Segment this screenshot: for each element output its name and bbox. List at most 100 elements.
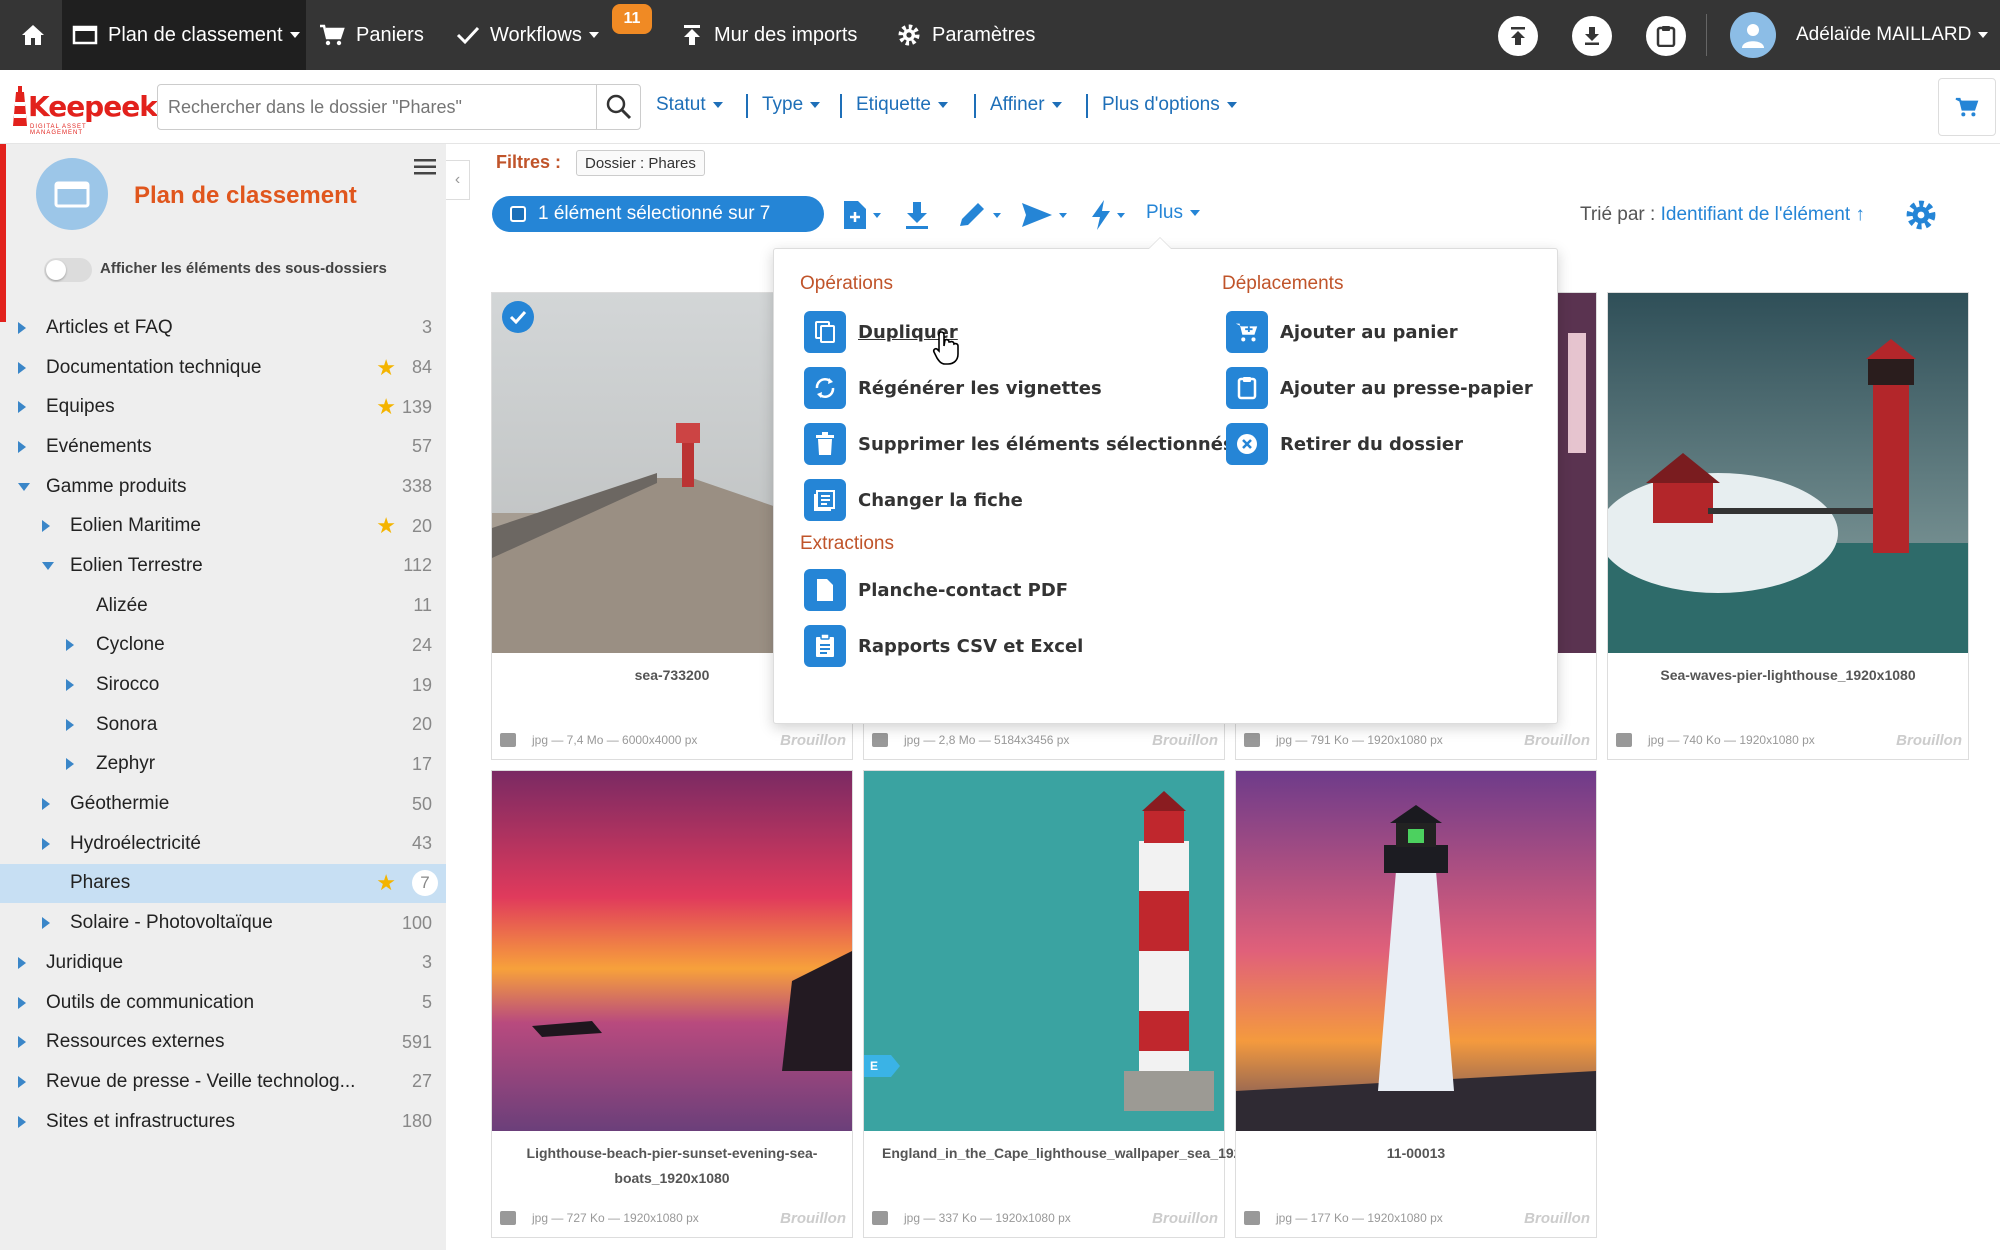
sort-control[interactable]: Trié par : Identifiant de l'élément ↑ — [1580, 204, 1865, 226]
caret-right-icon[interactable] — [66, 758, 74, 771]
avatar[interactable] — [1730, 12, 1776, 58]
caret-right-icon[interactable] — [42, 798, 50, 811]
sidebar-item[interactable]: Hydroélectricité 43 — [0, 824, 446, 864]
favorite-star-icon[interactable]: ★ — [376, 870, 396, 896]
sidebar-item[interactable]: Outils de communication 5 — [0, 983, 446, 1023]
selected-checkmark[interactable] — [502, 301, 534, 333]
caret-right-icon[interactable] — [66, 718, 74, 731]
edit-button[interactable] — [956, 198, 1001, 232]
upload-button[interactable] — [1498, 16, 1538, 56]
asset-thumbnail[interactable] — [1608, 293, 1968, 653]
download-selection-button[interactable] — [904, 198, 930, 232]
nav-parametres[interactable]: Paramètres — [896, 0, 1035, 70]
csv-excel-reports-menu-item[interactable]: Rapports CSV et Excel — [804, 625, 1083, 667]
sidebar-item[interactable]: Revue de presse - Veille technolog... 27 — [0, 1062, 446, 1102]
sidebar-item[interactable]: Articles et FAQ 3 — [0, 308, 446, 348]
asset-thumbnail[interactable] — [492, 771, 852, 1131]
sidebar-item[interactable]: Cyclone 24 — [0, 626, 446, 666]
sidebar-item[interactable]: Eolien Maritime ★ 20 — [0, 506, 446, 546]
contact-sheet-pdf-menu-item[interactable]: Planche-contact PDF — [804, 569, 1068, 611]
filter-etiquette[interactable]: Etiquette — [856, 94, 948, 116]
sidebar-item[interactable]: Sites et infrastructures 180 — [0, 1102, 446, 1142]
caret-right-icon[interactable] — [66, 639, 74, 652]
clipboard-button[interactable] — [1646, 16, 1686, 56]
sidebar-item[interactable]: Eolien Terrestre 112 — [0, 546, 446, 586]
cart-button[interactable] — [1938, 78, 1996, 136]
caret-down-icon[interactable] — [18, 482, 30, 491]
sidebar-item[interactable]: Gamme produits 338 — [0, 467, 446, 507]
caret-right-icon[interactable] — [18, 1075, 26, 1088]
home-button[interactable] — [14, 0, 62, 70]
nav-workflows[interactable]: Workflows — [456, 0, 599, 70]
display-settings-button[interactable] — [1904, 198, 1938, 232]
sidebar-item[interactable]: Evénements 57 — [0, 427, 446, 467]
nav-mur-des-imports[interactable]: Mur des imports — [680, 0, 857, 70]
regenerate-thumbnails-menu-item[interactable]: Régénérer les vignettes — [804, 367, 1102, 409]
sidebar-item[interactable]: Solaire - Photovoltaïque 100 — [0, 903, 446, 943]
caret-right-icon[interactable] — [18, 321, 26, 334]
sidebar-menu-button[interactable] — [414, 158, 436, 181]
search-box — [157, 84, 641, 130]
active-filter-chip[interactable]: Dossier : Phares — [576, 150, 705, 176]
remove-from-folder-menu-item[interactable]: Retirer du dossier — [1226, 423, 1463, 465]
caret-right-icon[interactable] — [18, 440, 26, 453]
subfolders-toggle[interactable] — [44, 258, 92, 282]
favorite-star-icon[interactable]: ★ — [376, 513, 396, 539]
asset-card[interactable]: E England_in_the_Cape_lighthouse_wallpap… — [863, 770, 1288, 1238]
nav-plan-de-classement[interactable]: Plan de classement — [62, 0, 306, 70]
sidebar-item[interactable]: Sonora 20 — [0, 705, 446, 745]
filter-plus-options[interactable]: Plus d'options — [1102, 94, 1237, 116]
nav-paniers[interactable]: Paniers — [318, 0, 424, 70]
delete-selected-menu-item[interactable]: Supprimer les éléments sélectionnés — [804, 423, 1234, 465]
actions-button[interactable] — [1090, 198, 1125, 232]
caret-right-icon[interactable] — [18, 361, 26, 374]
add-to-clipboard-menu-item[interactable]: Ajouter au presse-papier — [1226, 367, 1533, 409]
caret-right-icon[interactable] — [18, 956, 26, 969]
asset-thumbnail[interactable] — [1236, 771, 1596, 1131]
filter-affiner[interactable]: Affiner — [990, 94, 1062, 116]
caret-right-icon[interactable] — [66, 679, 74, 692]
favorite-star-icon[interactable]: ★ — [376, 394, 396, 420]
sidebar-item[interactable]: Alizée 11 — [0, 586, 446, 626]
sidebar-item-count: 24 — [411, 634, 432, 655]
keepeek-logo[interactable]: Keepeek DIGITAL ASSET MANAGEMENT — [10, 82, 158, 136]
asset-card[interactable]: 11-00013 jpg — 177 Ko — 1920x1080 px Brou… — [1235, 770, 1597, 1238]
sidebar-item[interactable]: Zephyr 17 — [0, 745, 446, 785]
caret-right-icon[interactable] — [42, 520, 50, 533]
sidebar-item[interactable]: Juridique 3 — [0, 943, 446, 983]
add-element-button[interactable] — [842, 198, 881, 232]
asset-card[interactable]: Sea-waves-pier-lighthouse_1920x1080 jpg … — [1607, 292, 1969, 760]
sidebar-item[interactable]: Sirocco 19 — [0, 665, 446, 705]
selection-counter-button[interactable]: 1 élément sélectionné sur 7 — [492, 196, 824, 232]
favorite-star-icon[interactable]: ★ — [376, 355, 396, 381]
user-menu[interactable]: Adélaïde MAILLARD — [1796, 0, 1989, 70]
sidebar-item[interactable]: Phares ★ 7 — [0, 863, 446, 904]
asset-card[interactable]: Lighthouse-beach-pier-sunset-evening-sea… — [491, 770, 853, 1238]
search-button[interactable] — [596, 85, 640, 129]
send-button[interactable] — [1020, 198, 1067, 232]
add-to-cart-menu-item[interactable]: Ajouter au panier — [1226, 311, 1458, 353]
filter-statut[interactable]: Statut — [656, 94, 723, 116]
more-actions-button[interactable]: Plus — [1146, 202, 1200, 224]
download-button[interactable] — [1572, 16, 1612, 56]
chevron-down-icon — [1226, 102, 1237, 108]
caret-right-icon[interactable] — [18, 1036, 26, 1049]
sidebar-item[interactable]: Ressources externes 591 — [0, 1022, 446, 1062]
caret-right-icon[interactable] — [42, 917, 50, 930]
caret-right-icon[interactable] — [18, 996, 26, 1009]
sidebar-item[interactable]: Equipes ★ 139 — [0, 387, 446, 427]
asset-thumbnail[interactable]: E — [864, 771, 1224, 1131]
collapse-sidebar-button[interactable]: ‹ — [446, 160, 470, 200]
filter-type[interactable]: Type — [762, 94, 821, 116]
sidebar-title: Plan de classement — [134, 182, 357, 209]
caret-right-icon[interactable] — [18, 401, 26, 414]
caret-down-icon[interactable] — [42, 561, 54, 570]
caret-right-icon[interactable] — [42, 837, 50, 850]
caret-right-icon[interactable] — [18, 1115, 26, 1128]
sidebar-item-count: 3 — [421, 317, 432, 338]
search-input[interactable] — [158, 86, 598, 128]
sidebar-item[interactable]: Documentation technique ★ 84 — [0, 348, 446, 388]
change-form-menu-item[interactable]: Changer la fiche — [804, 479, 1023, 521]
sidebar-item-label: Hydroélectricité — [70, 832, 201, 854]
sidebar-item[interactable]: Géothermie 50 — [0, 784, 446, 824]
